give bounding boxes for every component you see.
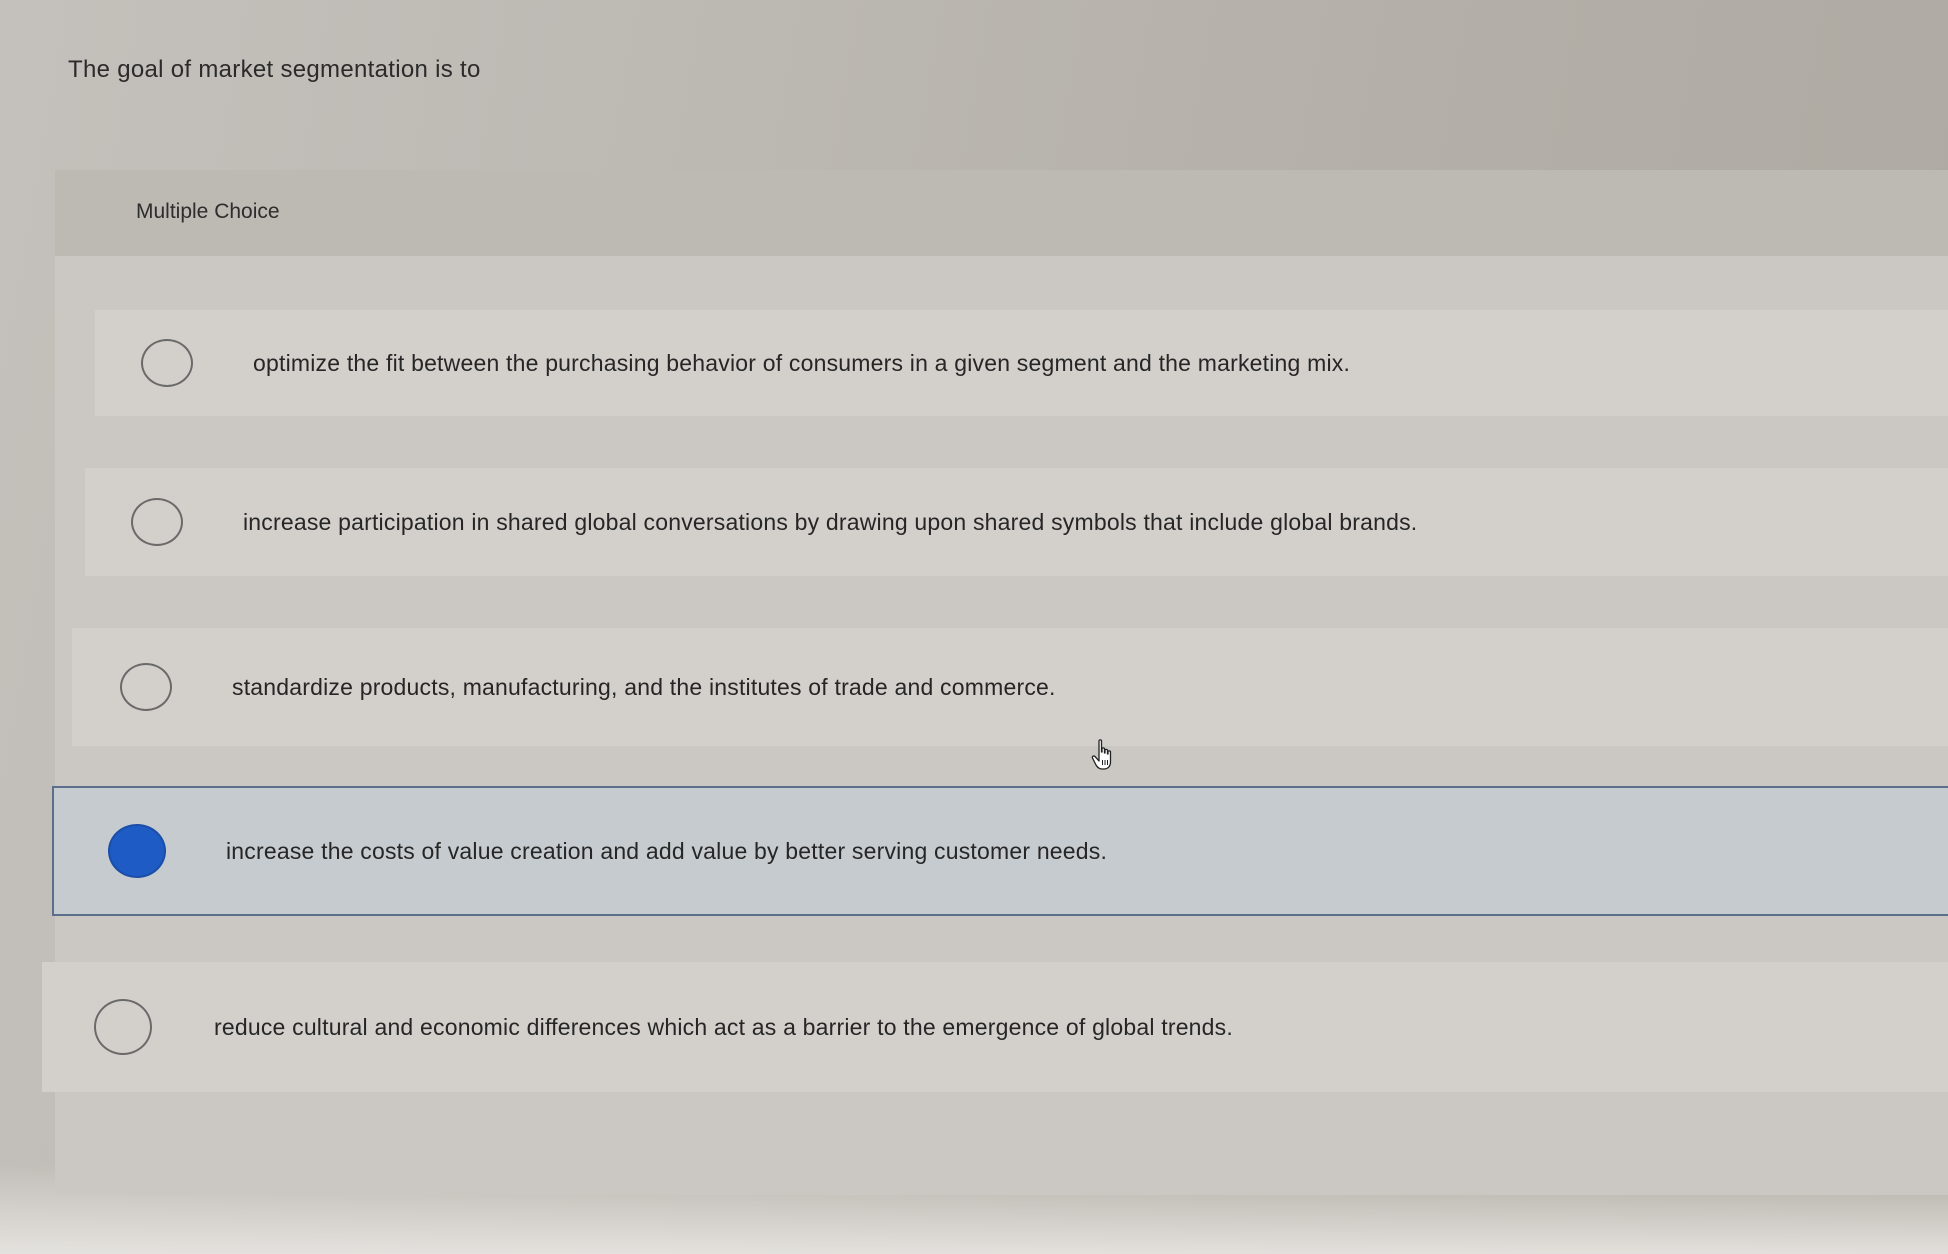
answer-option[interactable]: reduce cultural and economic differences… xyxy=(42,962,1948,1092)
radio-button-unselected[interactable] xyxy=(120,663,172,711)
panel-header xyxy=(55,170,1948,256)
answer-option[interactable]: standardize products, manufacturing, and… xyxy=(72,628,1948,746)
answer-option-selected[interactable]: increase the costs of value creation and… xyxy=(52,786,1948,916)
answer-option-label: reduce cultural and economic differences… xyxy=(214,1013,1233,1040)
answer-option-label: standardize products, manufacturing, and… xyxy=(232,673,1056,700)
answer-option-label: increase participation in shared global … xyxy=(243,508,1418,535)
hand-pointer-icon xyxy=(1091,739,1112,770)
radio-button-selected[interactable] xyxy=(108,824,166,878)
radio-button-unselected[interactable] xyxy=(141,339,193,387)
answer-option[interactable]: optimize the fit between the purchasing … xyxy=(95,310,1948,416)
panel-title: Multiple Choice xyxy=(136,200,280,223)
radio-button-unselected[interactable] xyxy=(131,498,183,546)
answer-option-label: optimize the fit between the purchasing … xyxy=(253,349,1351,376)
answer-option-label: increase the costs of value creation and… xyxy=(226,837,1108,864)
question-text: The goal of market segmentation is to xyxy=(68,56,481,83)
answer-option[interactable]: increase participation in shared global … xyxy=(85,468,1948,576)
radio-button-unselected[interactable] xyxy=(94,999,152,1055)
